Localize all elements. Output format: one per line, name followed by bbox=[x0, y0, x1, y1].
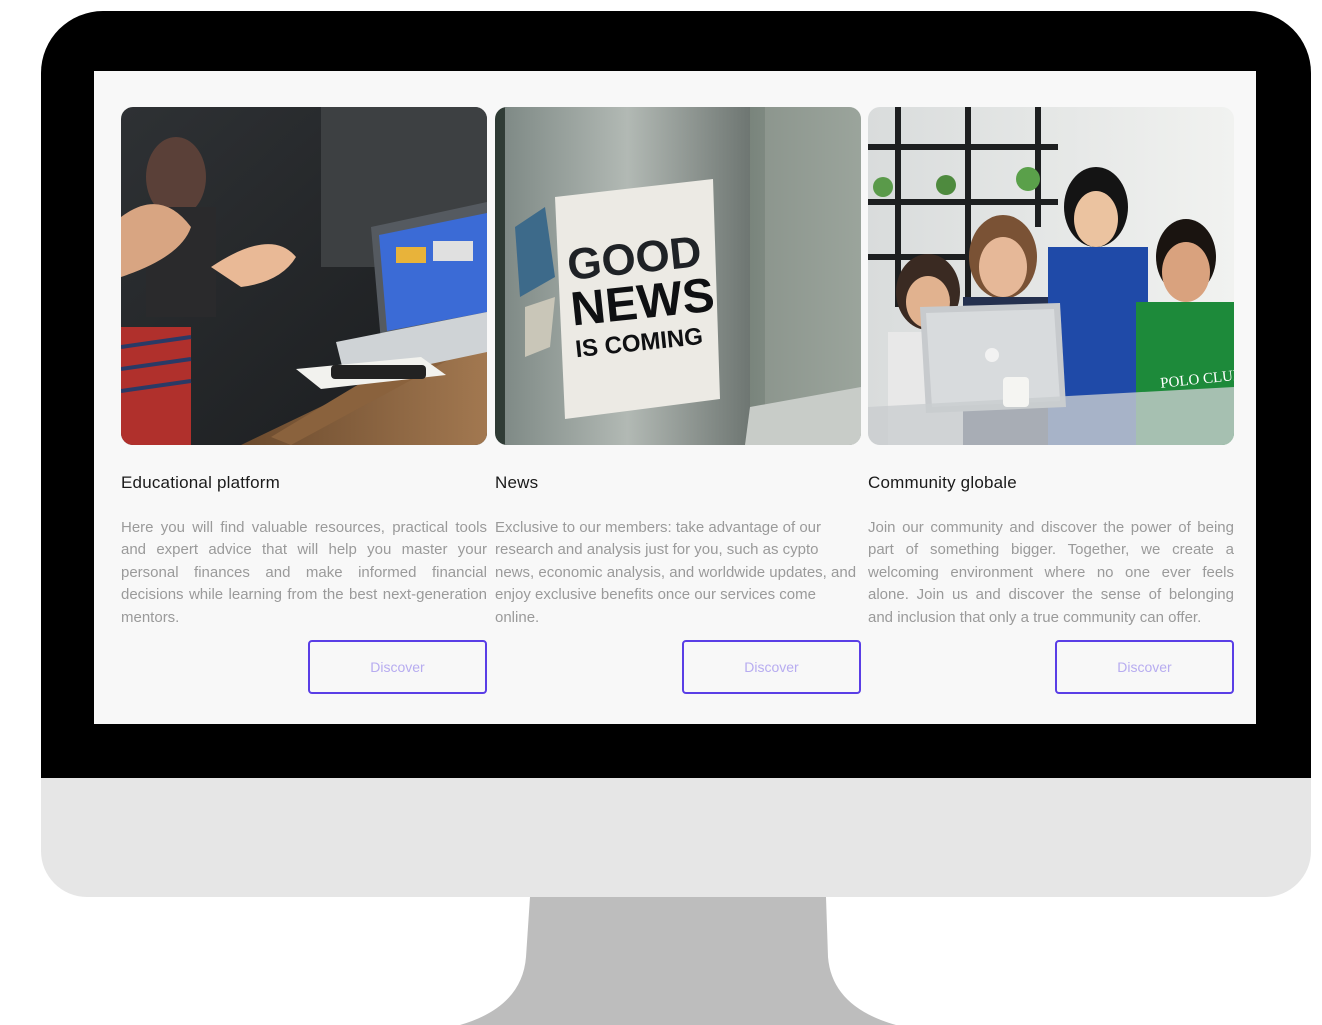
card-title: Educational platform bbox=[121, 473, 280, 492]
screen: Educational platform Here you will find … bbox=[94, 71, 1256, 724]
discover-button[interactable]: Discover bbox=[308, 640, 487, 694]
good-news-poster-photo: GOOD NEWS IS COMING bbox=[495, 107, 861, 445]
monitor-mockup: Educational platform Here you will find … bbox=[0, 0, 1322, 1025]
team-laptop-photo: POLO CLUB bbox=[868, 107, 1234, 445]
card-title: News bbox=[495, 473, 539, 492]
meeting-laptop-photo bbox=[121, 107, 487, 445]
monitor-chin bbox=[41, 778, 1311, 897]
discover-button[interactable]: Discover bbox=[682, 640, 861, 694]
card-description: Here you will find valuable resources, p… bbox=[121, 519, 487, 626]
discover-button[interactable]: Discover bbox=[1055, 640, 1234, 694]
monitor-stand bbox=[460, 897, 896, 1025]
card-description: Exclusive to our members: take advantage… bbox=[495, 519, 857, 626]
card-title: Community globale bbox=[868, 473, 1017, 492]
card-description: Join our community and discover the powe… bbox=[868, 519, 1234, 626]
